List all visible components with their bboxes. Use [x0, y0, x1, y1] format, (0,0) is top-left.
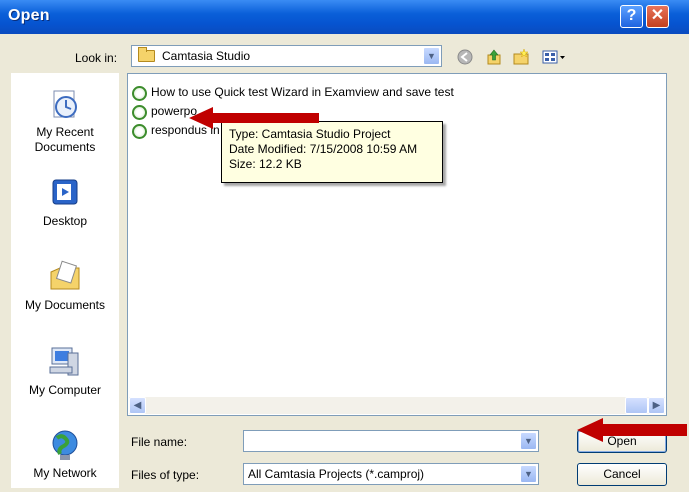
scrollbar-thumb[interactable] [625, 397, 648, 414]
annotation-arrow-icon [189, 107, 319, 129]
place-label: My Documents [24, 298, 106, 312]
look-in-label: Look in: [75, 51, 118, 65]
up-folder-icon[interactable] [485, 48, 503, 66]
tooltip-size: Size: 12.2 KB [229, 157, 302, 171]
chevron-down-icon[interactable]: ▼ [520, 465, 537, 483]
close-button[interactable]: ✕ [646, 5, 669, 28]
place-label: My Network [33, 466, 97, 480]
camtasia-project-icon [132, 86, 147, 101]
horizontal-scrollbar[interactable]: ◀ ▶ [129, 397, 665, 414]
open-dialog: Open ? ✕ Look in: Camtasia Studio ▼ My R… [0, 0, 689, 492]
file-name-input[interactable]: ▼ [243, 430, 539, 452]
back-icon[interactable] [456, 48, 474, 66]
chevron-down-icon[interactable]: ▼ [520, 432, 537, 450]
look-in-combo[interactable]: Camtasia Studio ▼ [131, 45, 442, 67]
new-folder-icon[interactable] [512, 48, 530, 66]
look-in-value: Camtasia Studio [162, 49, 251, 63]
camtasia-project-icon [132, 105, 147, 120]
place-my-documents[interactable]: My Documents [11, 260, 119, 313]
views-menu-icon[interactable] [541, 48, 567, 66]
files-of-type-value: All Camtasia Projects (*.camproj) [248, 467, 425, 481]
place-label: My Recent Documents [34, 125, 96, 154]
place-desktop[interactable]: Desktop [11, 176, 119, 229]
camtasia-project-icon [132, 124, 147, 139]
folder-icon [138, 47, 155, 62]
file-name-label: File name: [131, 435, 188, 449]
place-label: My Computer [28, 383, 102, 397]
scroll-right-icon[interactable]: ▶ [648, 397, 665, 414]
tooltip-type: Type: Camtasia Studio Project [229, 127, 391, 141]
tooltip-date-modified: Date Modified: 7/15/2008 10:59 AM [229, 142, 418, 156]
chevron-down-icon[interactable]: ▼ [423, 47, 440, 65]
files-of-type-label: Files of type: [131, 468, 200, 482]
close-icon: ✕ [650, 7, 665, 24]
help-icon: ? [626, 7, 637, 24]
place-my-recent-documents[interactable]: My Recent Documents [11, 87, 119, 155]
my-computer-icon [48, 345, 82, 379]
my-network-icon [48, 428, 82, 462]
my-documents-icon [48, 260, 82, 294]
annotation-arrow-icon [577, 418, 687, 442]
file-name: How to use Quick test Wizard in Examview… [151, 85, 454, 99]
place-my-network[interactable]: My Network [11, 428, 119, 481]
cancel-button[interactable]: Cancel [577, 463, 667, 486]
places-bar: My Recent Documents Desktop My Documents… [11, 73, 119, 488]
recent-documents-icon [48, 87, 82, 121]
place-label: Desktop [42, 214, 88, 228]
help-button[interactable]: ? [620, 5, 643, 28]
title-bar[interactable]: Open ? ✕ [0, 0, 689, 34]
scroll-left-icon[interactable]: ◀ [129, 397, 146, 414]
file-info-tooltip: Type: Camtasia Studio Project Date Modif… [221, 121, 443, 183]
window-title: Open [8, 7, 50, 24]
place-my-computer[interactable]: My Computer [11, 345, 119, 398]
files-of-type-select[interactable]: All Camtasia Projects (*.camproj) ▼ [243, 463, 539, 485]
desktop-icon [48, 176, 82, 210]
